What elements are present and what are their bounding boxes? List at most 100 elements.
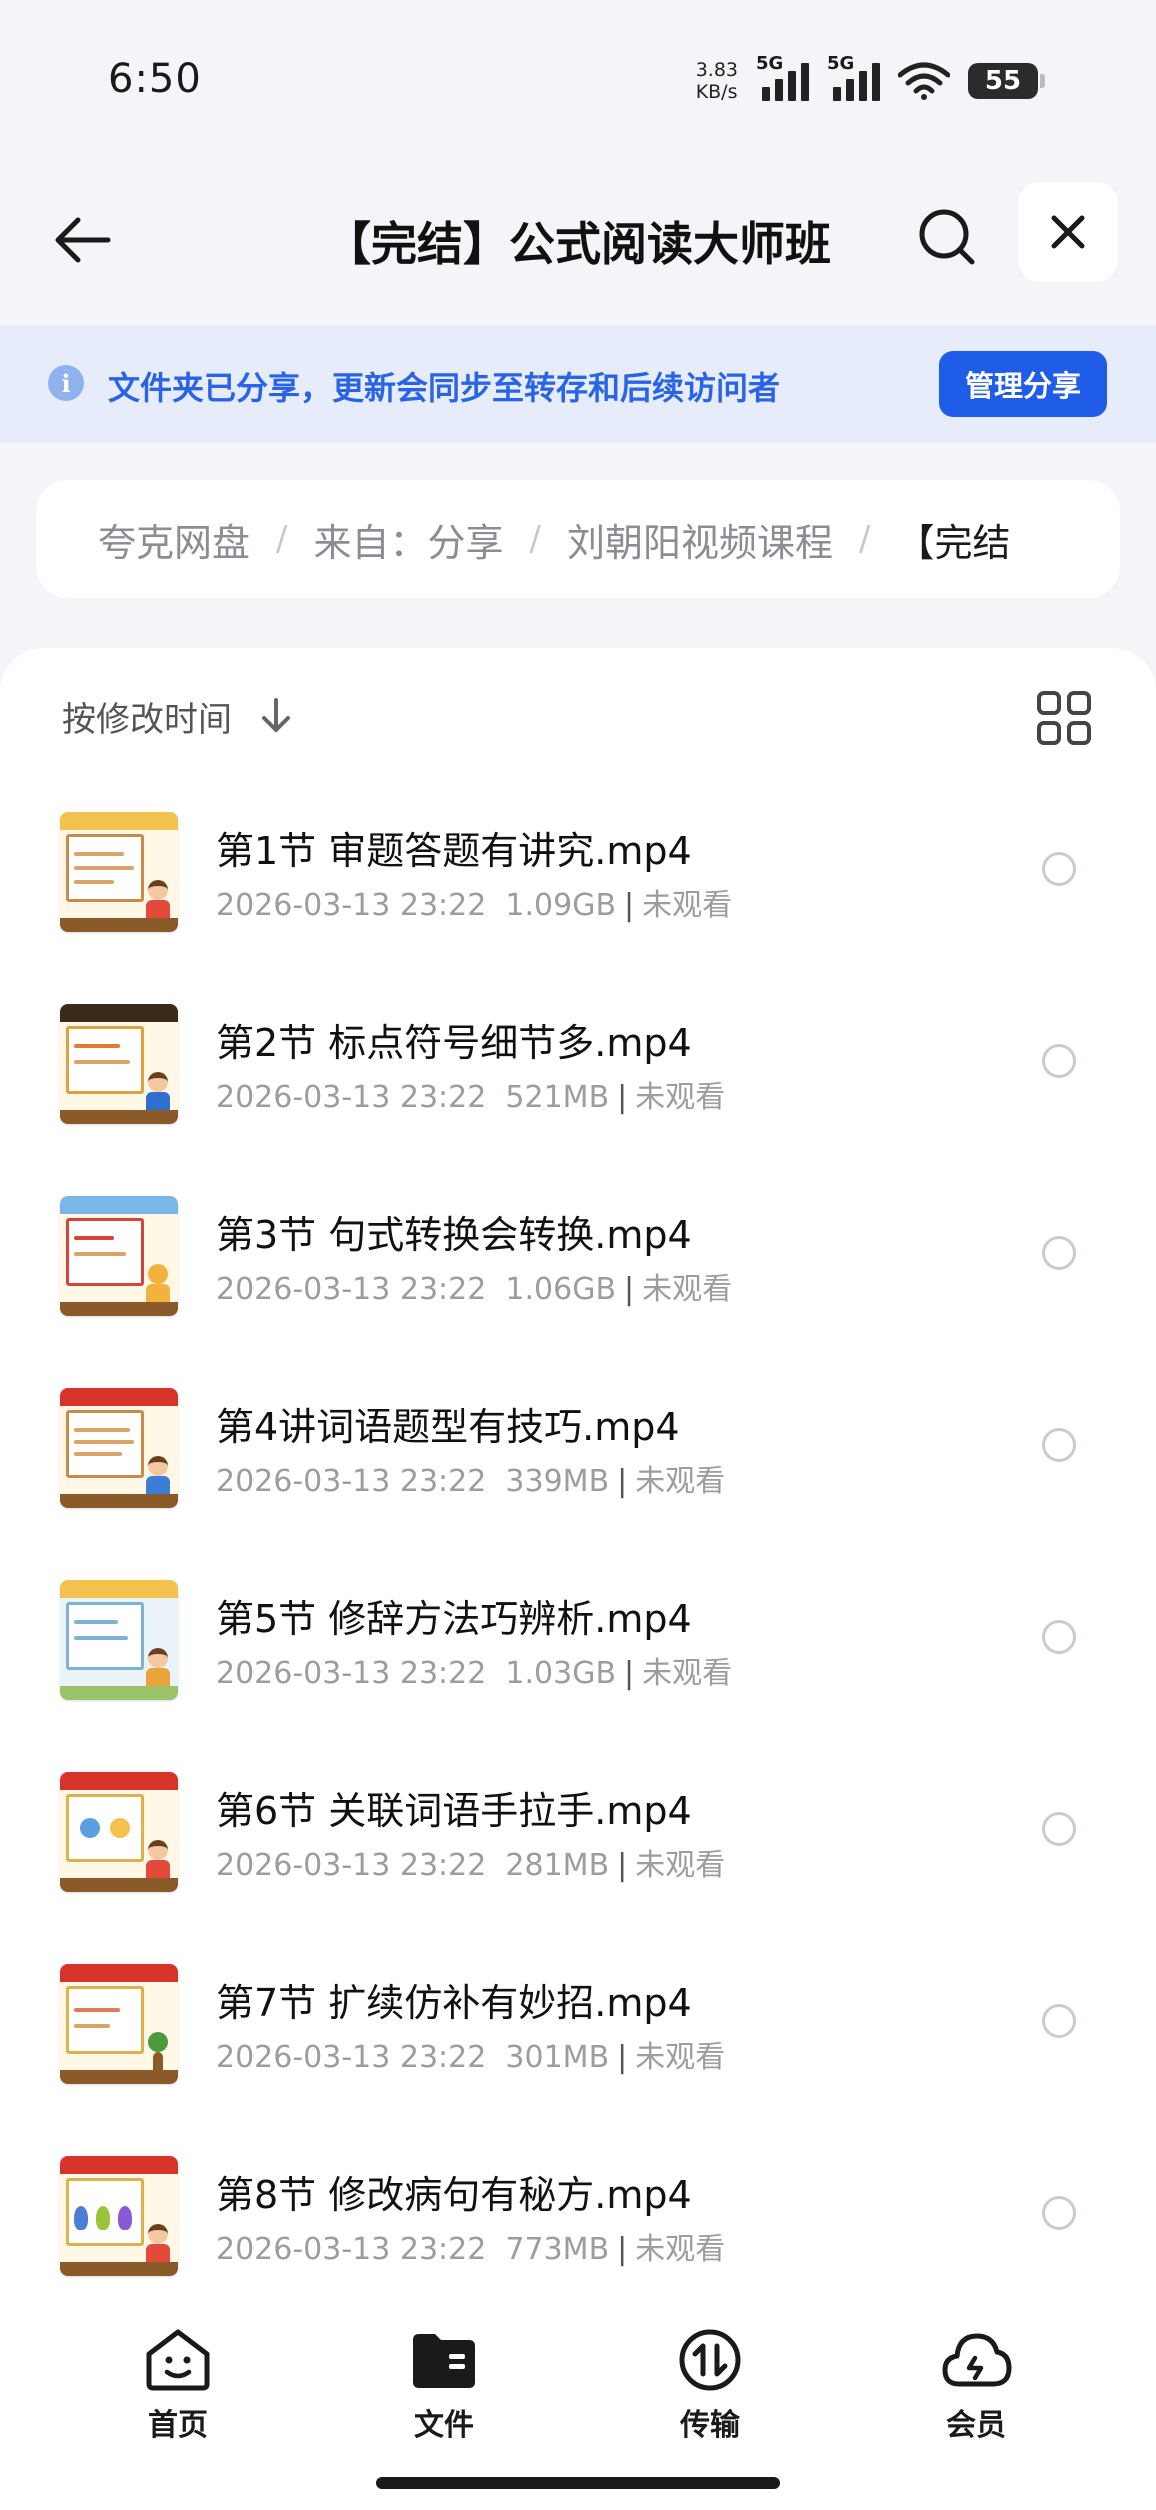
watch-status: 未观看 <box>635 2232 726 2267</box>
select-checkbox[interactable] <box>1042 852 1076 886</box>
nav-label-home: 首页 <box>148 2408 208 2443</box>
breadcrumb-item-courses[interactable]: 刘朝阳视频课程 <box>567 512 833 567</box>
file-row[interactable]: 第7节 扩续仿补有妙招.mp4 2026-03-13 23:22 301MB | 未… <box>0 1940 1156 2132</box>
file-meta: 2026-03-13 23:22 281MB | 未观看 <box>216 1848 726 1883</box>
file-name: 第3节 句式转换会转换.mp4 <box>216 1213 692 1257</box>
watch-status: 未观看 <box>635 1848 726 1883</box>
transfer-icon <box>679 2329 741 2391</box>
watch-status: 未观看 <box>635 1464 726 1499</box>
select-checkbox[interactable] <box>1042 1812 1076 1846</box>
breadcrumb-item-quark-drive[interactable]: 夸克网盘 <box>98 512 250 567</box>
file-list-panel: 按修改时间 第1节 审题答题有讲究.mp4 2026-03-13 23:22 1… <box>0 648 1156 2298</box>
file-date: 2026-03-13 23:22 <box>216 1464 487 1499</box>
nav-item-member[interactable]: 会员 <box>906 2328 1046 2448</box>
file-row[interactable]: 第2节 标点符号细节多.mp4 2026-03-13 23:22 521MB | 未… <box>0 980 1156 1172</box>
file-name: 第1节 审题答题有讲究.mp4 <box>216 829 692 873</box>
breadcrumb-separator: / <box>858 519 871 559</box>
file-date: 2026-03-13 23:22 <box>216 2232 487 2267</box>
file-size: 301MB <box>505 2040 610 2075</box>
sort-by-modified-time[interactable]: 按修改时间 <box>62 692 232 741</box>
file-meta: 2026-03-13 23:22 301MB | 未观看 <box>216 2040 726 2075</box>
select-checkbox[interactable] <box>1042 2196 1076 2230</box>
nav-item-files[interactable]: 文件 <box>374 2328 514 2448</box>
breadcrumb-separator: / <box>529 519 541 559</box>
breadcrumb-item-current: 【完结 <box>896 520 1011 565</box>
signal-label: 5G <box>756 53 784 74</box>
arrow-down-icon[interactable] <box>258 696 294 736</box>
share-banner-text: 文件夹已分享，更新会同步至转存和后续访问者 <box>108 369 781 407</box>
signal-label-2: 5G <box>827 53 855 74</box>
file-size: 1.09GB <box>505 888 617 923</box>
video-thumbnail <box>60 1964 178 2084</box>
video-thumbnail <box>60 1580 178 1700</box>
file-name: 第4讲词语题型有技巧.mp4 <box>216 1405 680 1449</box>
close-button[interactable] <box>1018 182 1118 282</box>
nav-label-member: 会员 <box>946 2408 1006 2443</box>
video-thumbnail <box>60 1772 178 1892</box>
sort-bar: 按修改时间 <box>0 648 1156 788</box>
header: 【完结】公式阅读大师班 <box>0 160 1156 322</box>
file-meta: 2026-03-13 23:22 339MB | 未观看 <box>216 1464 726 1499</box>
select-checkbox[interactable] <box>1042 1236 1076 1270</box>
network-speed-value: 3.83 <box>695 59 738 81</box>
file-name: 第7节 扩续仿补有妙招.mp4 <box>216 1981 692 2025</box>
signal-icon: 5G <box>756 53 809 101</box>
video-thumbnail <box>60 2156 178 2276</box>
breadcrumb-separator: / <box>276 519 288 559</box>
file-row[interactable]: 第4讲词语题型有技巧.mp4 2026-03-13 23:22 339MB | 未观… <box>0 1364 1156 1556</box>
nav-label-files: 文件 <box>414 2408 474 2443</box>
home-smile-icon <box>146 2329 210 2391</box>
select-checkbox[interactable] <box>1042 1620 1076 1654</box>
file-size: 521MB <box>505 1080 610 1115</box>
nav-item-transfer[interactable]: 传输 <box>640 2328 780 2448</box>
file-meta: 2026-03-13 23:22 1.09GB | 未观看 <box>216 888 733 923</box>
watch-status: 未观看 <box>642 888 733 923</box>
search-button[interactable] <box>905 195 989 279</box>
folder-icon <box>413 2334 475 2388</box>
share-banner: i 文件夹已分享，更新会同步至转存和后续访问者 管理分享 <box>0 325 1156 443</box>
video-thumbnail <box>60 1196 178 1316</box>
signal-icon-2: 5G <box>827 53 880 101</box>
file-name: 第8节 修改病句有秘方.mp4 <box>216 2173 692 2217</box>
watch-status: 未观看 <box>642 1272 733 1307</box>
file-date: 2026-03-13 23:22 <box>216 1848 487 1883</box>
grid-view-icon[interactable] <box>1036 690 1092 746</box>
file-date: 2026-03-13 23:22 <box>216 888 487 923</box>
home-indicator[interactable] <box>376 2477 780 2489</box>
select-checkbox[interactable] <box>1042 2004 1076 2038</box>
file-row[interactable]: 第3节 句式转换会转换.mp4 2026-03-13 23:22 1.06GB |… <box>0 1172 1156 1364</box>
file-name: 第6节 关联词语手拉手.mp4 <box>216 1789 692 1833</box>
file-row[interactable]: 第5节 修辞方法巧辨析.mp4 2026-03-13 23:22 1.03GB |… <box>0 1556 1156 1748</box>
file-meta: 2026-03-13 23:22 773MB | 未观看 <box>216 2232 726 2267</box>
video-thumbnail <box>60 1388 178 1508</box>
nav-item-home[interactable]: 首页 <box>108 2328 248 2448</box>
file-date: 2026-03-13 23:22 <box>216 1656 487 1691</box>
file-date: 2026-03-13 23:22 <box>216 2040 487 2075</box>
search-icon <box>919 209 975 265</box>
manage-share-button[interactable]: 管理分享 <box>939 351 1107 417</box>
file-size: 1.03GB <box>505 1656 617 1691</box>
file-size: 773MB <box>505 2232 610 2267</box>
file-meta: 2026-03-13 23:22 1.03GB | 未观看 <box>216 1656 733 1691</box>
file-row[interactable]: 第6节 关联词语手拉手.mp4 2026-03-13 23:22 281MB | 未… <box>0 1748 1156 1940</box>
battery-icon: 55 <box>968 63 1045 99</box>
select-checkbox[interactable] <box>1042 1428 1076 1462</box>
file-date: 2026-03-13 23:22 <box>216 1272 487 1307</box>
file-row[interactable]: 第8节 修改病句有秘方.mp4 2026-03-13 23:22 773MB | 未… <box>0 2132 1156 2298</box>
network-speed-unit: KB/s <box>695 81 738 103</box>
file-size: 1.06GB <box>505 1272 617 1307</box>
status-bar: 6:50 3.83 KB/s 5G 5G 55 <box>0 0 1156 160</box>
wifi-icon <box>897 61 951 101</box>
network-speed: 3.83 KB/s <box>696 59 738 103</box>
video-thumbnail <box>60 1004 178 1124</box>
watch-status: 未观看 <box>635 2040 726 2075</box>
file-size: 281MB <box>505 1848 610 1883</box>
file-size: 339MB <box>505 1464 610 1499</box>
breadcrumb-item-shared[interactable]: 来自：分享 <box>313 512 503 567</box>
file-meta: 2026-03-13 23:22 1.06GB | 未观看 <box>216 1272 733 1307</box>
file-name: 第5节 修辞方法巧辨析.mp4 <box>216 1597 692 1641</box>
watch-status: 未观看 <box>635 1080 726 1115</box>
select-checkbox[interactable] <box>1042 1044 1076 1078</box>
file-row[interactable]: 第1节 审题答题有讲究.mp4 2026-03-13 23:22 1.09GB |… <box>0 788 1156 980</box>
status-indicators: 3.83 KB/s 5G 5G 55 <box>696 53 1045 106</box>
